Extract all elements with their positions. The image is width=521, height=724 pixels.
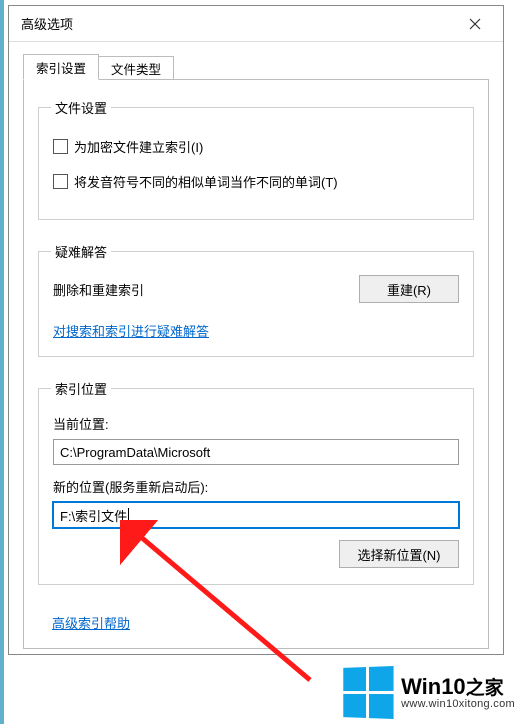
label-diacritics: 将发音符号不同的相似单词当作不同的单词(T)	[74, 172, 338, 191]
rebuild-button[interactable]: 重建(R)	[359, 275, 459, 303]
field-new-location[interactable]: F:\索引文件	[53, 502, 459, 528]
titlebar: 高级选项	[9, 6, 503, 42]
close-button[interactable]	[455, 10, 495, 38]
checkbox-encrypted[interactable]	[53, 139, 68, 154]
value-current-location: C:\ProgramData\Microsoft	[60, 445, 210, 460]
legend-troubleshoot: 疑难解答	[51, 242, 111, 261]
group-troubleshoot: 疑难解答 删除和重建索引 重建(R) 对搜索和索引进行疑难解答	[38, 242, 474, 357]
label-delete-rebuild: 删除和重建索引	[53, 280, 144, 299]
watermark: Win10之家 www.win10xitong.com	[342, 667, 515, 718]
link-troubleshoot-search[interactable]: 对搜索和索引进行疑难解答	[53, 324, 209, 339]
watermark-brand-en: Win10	[401, 674, 466, 699]
label-current-location: 当前位置:	[53, 414, 459, 433]
window-title: 高级选项	[21, 14, 73, 33]
tab-index-settings[interactable]: 索引设置	[23, 54, 99, 80]
row-diacritics: 将发音符号不同的相似单词当作不同的单词(T)	[53, 172, 459, 191]
tab-file-types[interactable]: 文件类型	[98, 56, 174, 80]
row-encrypted: 为加密文件建立索引(I)	[53, 137, 459, 156]
checkbox-diacritics[interactable]	[53, 174, 68, 189]
tab-panel-index-settings: 文件设置 为加密文件建立索引(I) 将发音符号不同的相似单词当作不同的单词(T)…	[23, 79, 489, 649]
field-current-location: C:\ProgramData\Microsoft	[53, 439, 459, 465]
group-index-location: 索引位置 当前位置: C:\ProgramData\Microsoft 新的位置…	[38, 379, 474, 585]
watermark-text: Win10之家 www.win10xitong.com	[401, 675, 515, 710]
dialog-content: 索引设置 文件类型 文件设置 为加密文件建立索引(I) 将发音符号不同的相似单词…	[9, 42, 503, 663]
label-encrypted: 为加密文件建立索引(I)	[74, 137, 203, 156]
advanced-options-dialog: 高级选项 索引设置 文件类型 文件设置 为加密文件建立索引(I) 将发音符号	[8, 5, 504, 655]
select-new-location-button[interactable]: 选择新位置(N)	[339, 540, 459, 568]
windows-logo-icon	[343, 666, 393, 719]
legend-index-location: 索引位置	[51, 379, 111, 398]
link-advanced-index-help[interactable]: 高级索引帮助	[52, 613, 130, 632]
group-file-settings: 文件设置 为加密文件建立索引(I) 将发音符号不同的相似单词当作不同的单词(T)	[38, 98, 474, 220]
row-select-new: 选择新位置(N)	[53, 540, 459, 568]
close-icon	[469, 18, 481, 30]
text-cursor	[128, 508, 129, 523]
legend-file-settings: 文件设置	[51, 98, 111, 117]
watermark-url: www.win10xitong.com	[401, 699, 515, 711]
value-new-location: F:\索引文件	[60, 506, 127, 525]
row-rebuild: 删除和重建索引 重建(R)	[53, 275, 459, 303]
tab-strip: 索引设置 文件类型	[23, 52, 489, 80]
watermark-brand-zh: 之家	[466, 678, 504, 699]
label-new-location: 新的位置(服务重新启动后):	[53, 477, 459, 496]
